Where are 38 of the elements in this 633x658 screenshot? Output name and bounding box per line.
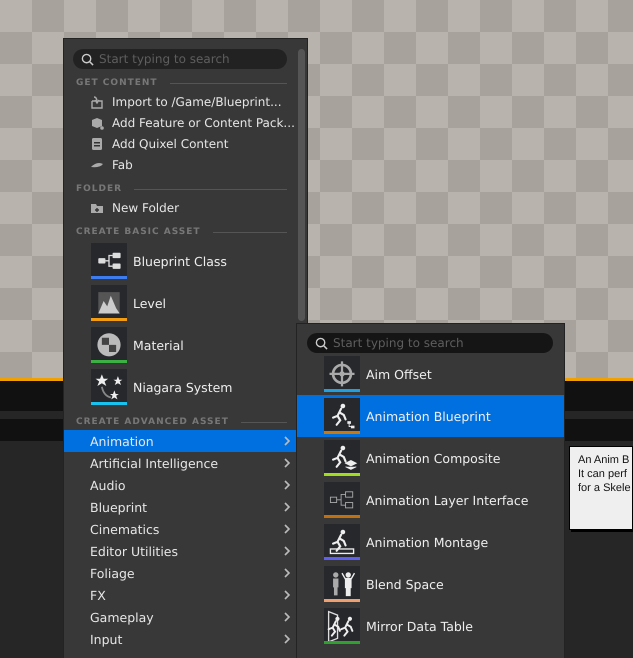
section-header: CREATE ADVANCED ASSET [76, 417, 229, 427]
section-header: GET CONTENT [76, 78, 158, 88]
tooltip-text: An Anim B [578, 453, 630, 467]
package-icon [90, 116, 104, 130]
import-icon [90, 94, 104, 108]
chevron-right-icon [283, 590, 291, 600]
asset-menu-item[interactable]: Level [64, 282, 307, 324]
document-icon [90, 136, 104, 150]
tooltip-text: for a Skele [578, 481, 631, 495]
asset-menu-item[interactable]: Animation Blueprint [297, 395, 564, 437]
chevron-right-icon [283, 568, 291, 578]
search-icon [81, 53, 94, 66]
menu-item[interactable]: Add Quixel Content [64, 133, 307, 154]
chevron-right-icon [283, 436, 291, 446]
chevron-right-icon [283, 524, 291, 534]
menu-item[interactable]: Import to /Game/Blueprint... [64, 91, 307, 112]
tooltip-text: It can perf [578, 467, 627, 481]
asset-menu-item[interactable]: Animation Layer Interface [297, 479, 564, 521]
asset-menu-item[interactable]: Aim Offset [297, 353, 564, 395]
section-header: CREATE BASIC ASSET [76, 227, 201, 237]
menu-item[interactable]: Add Feature or Content Pack... [64, 112, 307, 133]
chevron-right-icon [283, 458, 291, 468]
chevron-right-icon [283, 546, 291, 556]
search-field[interactable]: Start typing to search [307, 333, 553, 353]
asset-menu-item[interactable]: Mirror Data Table [297, 605, 564, 647]
chevron-right-icon [283, 480, 291, 490]
chevron-right-icon [283, 502, 291, 512]
section-header: FOLDER [76, 184, 122, 194]
scrollbar-thumb[interactable] [298, 49, 305, 321]
menu-item[interactable]: New Folder [64, 197, 307, 218]
search-icon [315, 337, 328, 350]
chevron-right-icon [283, 612, 291, 622]
asset-menu-item[interactable]: Blend Space [297, 563, 564, 605]
chevron-right-icon [283, 634, 291, 644]
asset-menu-item[interactable]: Animation Montage [297, 521, 564, 563]
menu-item[interactable]: Fab [64, 154, 307, 175]
asset-menu-item[interactable]: Blueprint Class [64, 240, 307, 282]
search-field[interactable]: Start typing to search [73, 49, 287, 69]
